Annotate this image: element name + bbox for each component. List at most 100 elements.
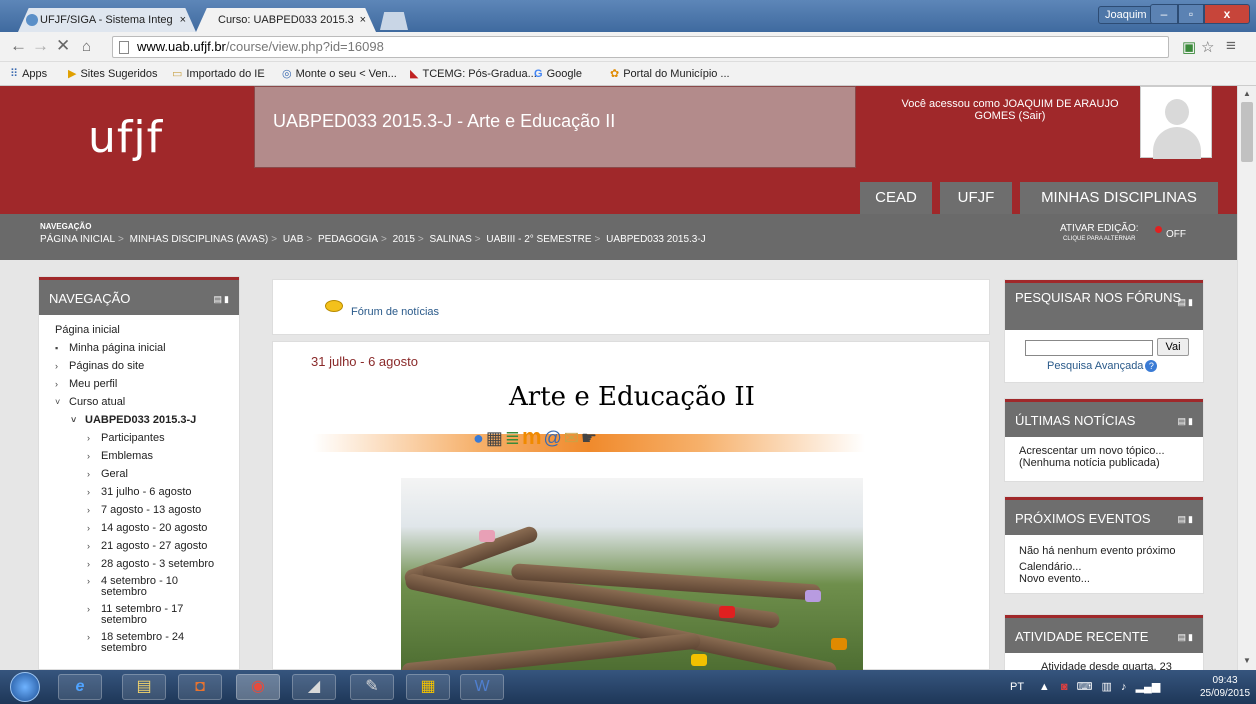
- language-indicator[interactable]: PT: [1010, 681, 1024, 693]
- breadcrumb-item[interactable]: MINHAS DISCIPLINAS (AVAS): [130, 234, 269, 245]
- profile-button[interactable]: Joaquim: [1098, 6, 1154, 24]
- bookmark-apps[interactable]: ⠿ Apps: [10, 62, 47, 86]
- advanced-search-link[interactable]: Pesquisa Avançada?: [1047, 360, 1158, 372]
- block-controls-icon[interactable]: ▤▮: [1178, 295, 1195, 309]
- nav-cead[interactable]: CEAD: [860, 182, 932, 214]
- fax-icon[interactable]: ✎: [350, 674, 394, 700]
- tray-arrow-icon[interactable]: ▲: [1039, 681, 1050, 693]
- nav-item[interactable]: › 21 agosto - 27 agosto: [55, 537, 214, 555]
- bookmark-portal[interactable]: ✿ Portal do Município ...: [610, 62, 730, 86]
- start-button[interactable]: [10, 672, 40, 702]
- maximize-button[interactable]: ▫: [1178, 4, 1204, 24]
- ufjf-logo[interactable]: ufjf: [88, 112, 163, 163]
- breadcrumb-item[interactable]: 2015: [393, 234, 415, 245]
- avatar[interactable]: [1140, 86, 1212, 159]
- keyboard-icon[interactable]: ⌨: [1077, 681, 1093, 693]
- tab-close-icon[interactable]: ×: [180, 8, 186, 32]
- block-controls-icon[interactable]: ▤▮: [1178, 512, 1195, 526]
- bookmark-monte[interactable]: ◎ Monte o seu < Ven...: [282, 62, 397, 86]
- app-grid-icon[interactable]: ▦: [406, 674, 450, 700]
- search-input[interactable]: [1025, 340, 1153, 356]
- globe-icon: ●: [473, 428, 486, 448]
- volume-icon[interactable]: ♪: [1121, 681, 1127, 693]
- breadcrumb-item[interactable]: SALINAS: [430, 234, 472, 245]
- nav-item[interactable]: › 14 agosto - 20 agosto: [55, 519, 214, 537]
- nav-minhas-disciplinas[interactable]: MINHAS DISCIPLINAS: [1020, 182, 1218, 214]
- block-controls-icon[interactable]: ▤▮: [1178, 414, 1195, 428]
- favicon-icon: [26, 14, 38, 26]
- tab-close-icon[interactable]: ×: [360, 8, 366, 32]
- system-clock[interactable]: 09:43 25/09/2015: [1200, 674, 1250, 700]
- user-login-info[interactable]: Você acessou como JOAQUIM DE ARAUJO GOME…: [880, 98, 1140, 122]
- stop-icon[interactable]: ✕: [56, 36, 70, 56]
- site-header: ufjf UABPED033 2015.3-J - Arte e Educaçã…: [0, 86, 1237, 214]
- nav-item[interactable]: › Meu perfil: [55, 375, 214, 393]
- nav-item[interactable]: › 11 setembro - 17 setembro: [55, 604, 214, 626]
- help-icon[interactable]: ?: [1145, 360, 1158, 372]
- block-controls-icon[interactable]: ▤▮: [1178, 630, 1195, 644]
- signal-icon[interactable]: ▂▄▆: [1136, 681, 1161, 693]
- chrome-icon[interactable]: ◉: [236, 674, 280, 700]
- bookmark-tcemg[interactable]: ◣ TCEMG: Pós-Gradua...: [410, 62, 537, 86]
- nav-item[interactable]: › 7 agosto - 13 agosto: [55, 501, 214, 519]
- new-tab-button[interactable]: [380, 12, 408, 30]
- outlook-icon[interactable]: ◘: [178, 674, 222, 700]
- nav-item[interactable]: › 18 setembro - 24 setembro: [55, 632, 214, 654]
- block-controls-icon[interactable]: ▤▮: [214, 292, 231, 306]
- bookmark-sites[interactable]: ▶ Sites Sugeridos: [68, 62, 158, 86]
- star-icon[interactable]: ☆: [1201, 38, 1214, 56]
- word-icon[interactable]: W: [460, 674, 504, 700]
- nav-item[interactable]: › 28 agosto - 3 setembro: [55, 555, 214, 573]
- edit-label: ATIVAR EDIÇÃO:: [1060, 223, 1139, 234]
- nav-item[interactable]: › Geral: [55, 465, 214, 483]
- scroll-thumb[interactable]: [1241, 102, 1253, 162]
- nav-item[interactable]: ˅ Curso atual: [55, 393, 214, 411]
- close-window-button[interactable]: x: [1204, 4, 1250, 24]
- breadcrumb-item[interactable]: UABPED033 2015.3-J: [606, 234, 706, 245]
- nav-item[interactable]: › 4 setembro - 10 setembro: [55, 576, 214, 598]
- nav-ufjf[interactable]: UFJF: [940, 182, 1012, 214]
- new-event-link[interactable]: Novo evento...: [1019, 573, 1090, 585]
- breadcrumb-item[interactable]: PÁGINA INICIAL: [40, 234, 115, 245]
- edit-toggle[interactable]: ATIVAR EDIÇÃO: CLIQUE PARA ALTERNAR: [1060, 224, 1139, 244]
- chevron-down-icon: ˅: [55, 397, 61, 407]
- course-title: UABPED033 2015.3-J - Arte e Educação II: [273, 111, 616, 131]
- back-icon[interactable]: ←: [10, 36, 27, 56]
- ie-icon[interactable]: e: [58, 674, 102, 700]
- tab-course[interactable]: Curso: UABPED033 2015.3 ×: [196, 8, 376, 32]
- nav-item[interactable]: › 31 julho - 6 agosto: [55, 483, 214, 501]
- forward-icon[interactable]: →: [32, 36, 49, 56]
- search-forums-block: PESQUISAR NOS FÓRUNS ▤▮ Vai Pesquisa Ava…: [1004, 279, 1204, 383]
- minimize-button[interactable]: –: [1150, 4, 1178, 24]
- extension-icon[interactable]: ▣: [1182, 38, 1196, 56]
- edit-state[interactable]: OFF: [1166, 229, 1186, 240]
- page-scrollbar[interactable]: ▲ ▼: [1237, 86, 1256, 670]
- menu-icon[interactable]: ≡: [1226, 36, 1236, 56]
- calendar-link[interactable]: Calendário...: [1019, 561, 1081, 573]
- add-topic-link[interactable]: Acrescentar um novo tópico...: [1019, 445, 1165, 457]
- navigation-block-header: NAVEGAÇÃO ▤▮: [39, 277, 239, 315]
- nav-item[interactable]: › Participantes: [55, 429, 214, 447]
- breadcrumb-item[interactable]: UABIII - 2° SEMESTRE: [486, 234, 591, 245]
- bookmark-google[interactable]: G Google: [534, 62, 582, 86]
- home-icon[interactable]: ⌂: [82, 38, 91, 55]
- nav-item[interactable]: › Emblemas: [55, 447, 214, 465]
- forum-news-link[interactable]: Fórum de notícias: [351, 306, 439, 318]
- scroll-down-icon[interactable]: ▼: [1243, 656, 1251, 665]
- antivirus-icon[interactable]: ◙: [1061, 681, 1068, 693]
- nav-item[interactable]: Página inicial: [55, 321, 214, 339]
- scanner-icon[interactable]: ◢: [292, 674, 336, 700]
- breadcrumb-item[interactable]: PEDAGOGIA: [318, 234, 378, 245]
- tab-ufjf-siga[interactable]: UFJF/SIGA - Sistema Integ ×: [18, 8, 196, 32]
- address-bar[interactable]: www.uab.ufjf.br/course/view.php?id=16098: [112, 36, 1169, 58]
- bookmark-folder-ie[interactable]: ▭ Importado do IE: [172, 62, 265, 86]
- forum-icon: [325, 300, 343, 312]
- nav-item[interactable]: › Páginas do site: [55, 357, 214, 375]
- scroll-up-icon[interactable]: ▲: [1243, 89, 1251, 98]
- nav-item[interactable]: ▪ Minha página inicial: [55, 339, 214, 357]
- network-icon[interactable]: ▥: [1102, 681, 1112, 693]
- search-go-button[interactable]: Vai: [1157, 338, 1189, 356]
- explorer-icon[interactable]: ▤: [122, 674, 166, 700]
- breadcrumb-item[interactable]: UAB: [283, 234, 304, 245]
- nav-item-course[interactable]: ˅ UABPED033 2015.3-J: [55, 411, 214, 429]
